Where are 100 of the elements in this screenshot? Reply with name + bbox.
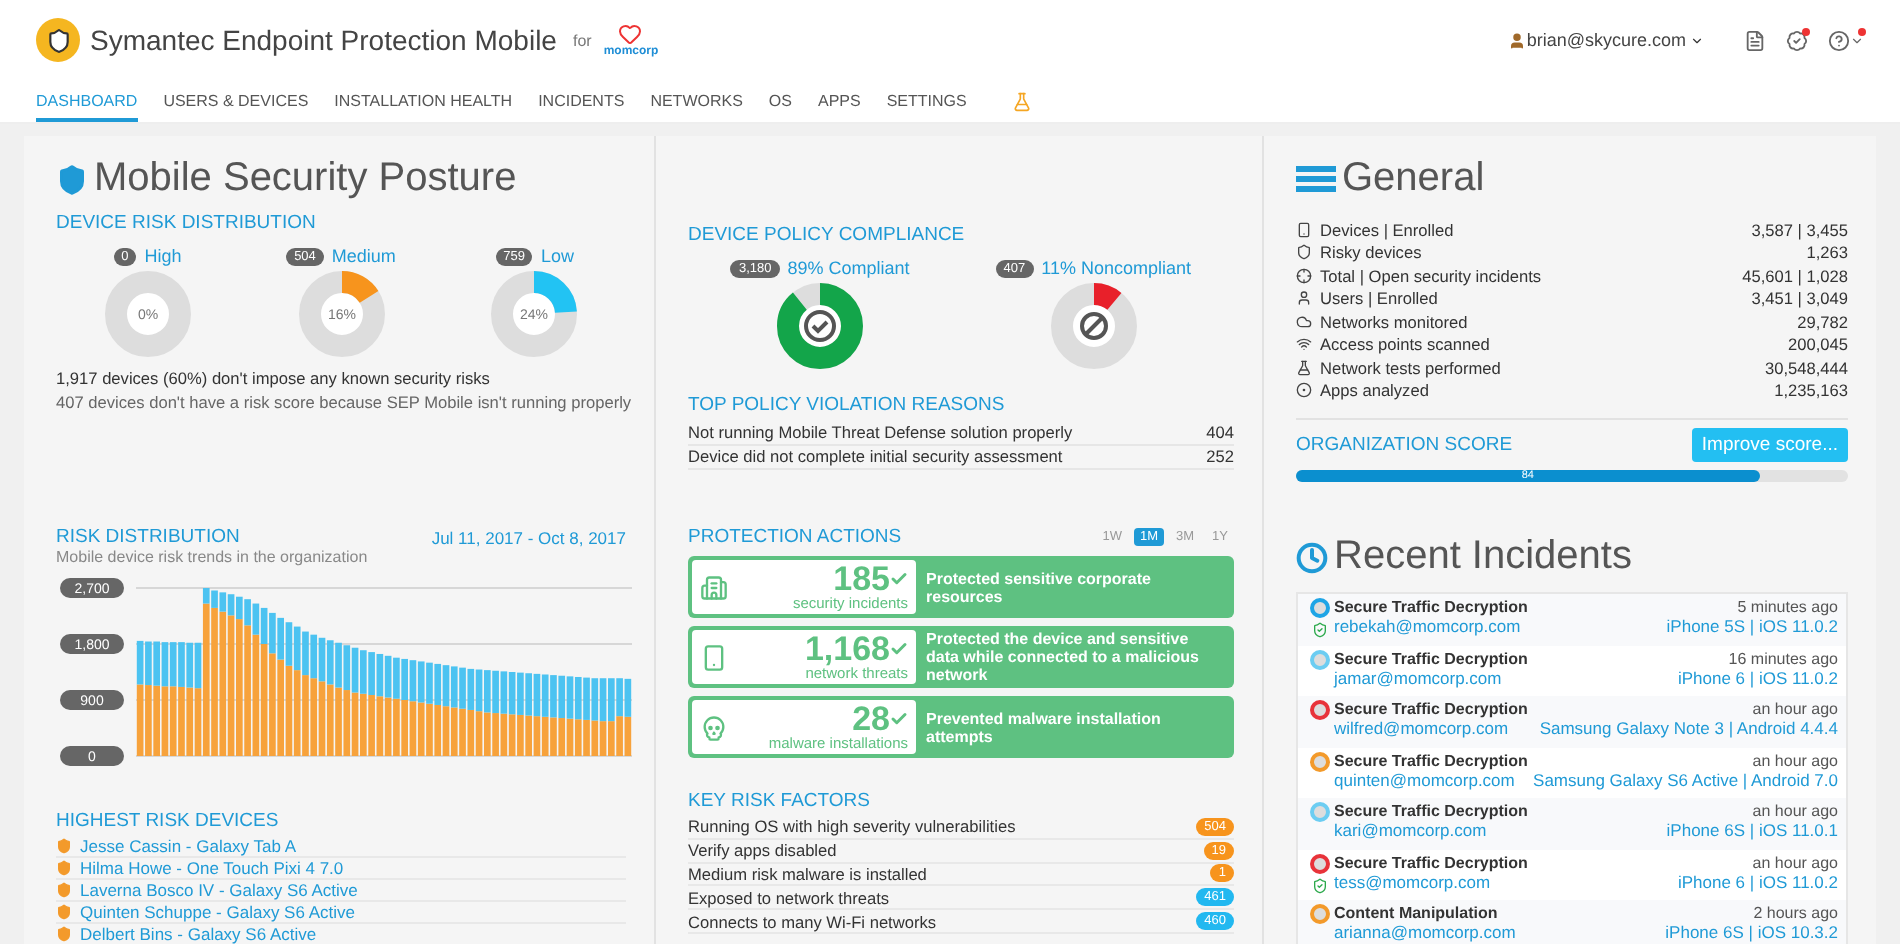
violation-count: 404 [1206,421,1234,442]
shield-icon [56,882,72,898]
stat-label: Risky devices [1320,242,1424,263]
device-link[interactable]: Laverna Bosco IV - Galaxy S6 Active [80,880,358,900]
nav-tab[interactable]: INSTALLATION HEALTH [334,80,513,122]
user-link[interactable]: jamar@momcorp.com [1334,667,1678,687]
incident-title: Secure Traffic Decryption [1334,853,1530,871]
user-link[interactable]: quinten@momcorp.com [1334,769,1534,789]
nav-tab[interactable]: NETWORKS [650,80,743,122]
user-icon [1508,31,1527,49]
user-link[interactable]: rebekah@momcorp.com [1334,616,1667,636]
risk-level-label: Medium [331,246,396,266]
shield-icon [56,838,72,854]
section-heading: PROTECTION ACTIONS [688,526,902,548]
compliance-label: 11% Noncompliant [1041,258,1191,278]
incident-time: 5 minutes ago [1737,598,1838,616]
action-description: Prevented malware installation attempts [924,709,1163,745]
stat-value: 3,451 | 3,049 [1751,288,1848,309]
user-link[interactable]: arianna@momcorp.com [1334,922,1666,942]
stat-value: 45,601 | 1,028 [1742,265,1848,286]
logo-icon [36,18,80,62]
device-link[interactable]: Samsung Galaxy S6 Active | Android 7.0 [1533,769,1838,789]
clock-icon [1296,541,1328,573]
section-heading: HIGHEST RISK DEVICES [56,810,281,832]
list-icon [1296,165,1336,193]
section-heading: KEY RISK FACTORS [688,790,872,812]
improve-score-button[interactable]: Improve score... [1691,428,1848,462]
app-icon [1296,382,1312,399]
risk-factor: Connects to many Wi-Fi networks [688,911,937,932]
stat-value: 1,263 [1806,242,1848,263]
device-link[interactable]: Samsung Galaxy Note 3 | Android 4.4.4 [1539,718,1838,738]
device-link[interactable]: iPhone 5S | iOS 11.0.2 [1666,616,1838,636]
check-icon [890,640,908,659]
chart-subtitle: Mobile device risk trends in the organization [56,548,370,566]
section-heading: DEVICE RISK DISTRIBUTION [56,212,318,234]
document-icon[interactable] [1744,29,1766,51]
section-title: Recent Incidents [1334,534,1632,580]
shield-icon [1296,244,1312,261]
incident-time: an hour ago [1752,802,1838,820]
stat-value: 200,045 [1788,334,1848,355]
device-link[interactable]: iPhone 6S | iOS 10.3.2 [1665,922,1838,942]
device-link[interactable]: iPhone 6 | iOS 11.0.2 [1677,871,1838,891]
device-link[interactable]: iPhone 6S | iOS 11.0.1 [1666,820,1838,840]
nav-tab[interactable]: INCIDENTS [538,80,625,122]
for-label: for [572,31,592,49]
device-link[interactable]: Hilma Howe - One Touch Pixi 4 7.0 [80,858,344,878]
user-menu[interactable]: brian@skycure.com [1526,30,1686,50]
risk-factor: Exposed to network threats [688,887,890,908]
nav-tab[interactable]: OS [768,80,792,122]
user-link[interactable]: tess@momcorp.com [1334,871,1678,891]
action-count: 185 [833,562,890,597]
caret-icon[interactable] [1690,33,1704,47]
stat-value: 1,235,163 [1774,380,1848,401]
stat-label: Network tests performed [1320,357,1503,378]
nav-tab[interactable]: APPS [817,80,861,122]
section-heading: DEVICE POLICY COMPLIANCE [688,224,967,246]
skull-icon [700,713,728,741]
nav-tab[interactable]: SETTINGS [886,80,967,122]
violation-reason: Not running Mobile Threat Defense solution properly [688,421,1073,442]
violation-count: 252 [1206,446,1234,467]
stat-label: Total | Open security incidents [1320,265,1544,286]
device-link[interactable]: iPhone 6 | iOS 11.0.2 [1677,667,1838,687]
user-link[interactable]: wilfred@momcorp.com [1334,718,1540,738]
app-title: Symantec Endpoint Protection Mobile [90,24,557,56]
device-link[interactable]: Quinten Schuppe - Galaxy S6 Active [80,902,355,922]
section-heading: RISK DISTRIBUTION [56,526,240,548]
incident-time: an hour ago [1752,853,1838,871]
stat-label: Networks monitored [1320,311,1470,332]
action-description: Protected the device and sensitive data while connected to a malicious network [924,630,1201,684]
stat-value: 29,782 [1797,311,1848,332]
shield-icon [56,926,72,942]
user-icon [1296,290,1312,307]
compliance-label: 89% Compliant [787,258,910,278]
flask-icon [1296,359,1312,376]
stat-value: 30,548,444 [1764,357,1848,378]
shield-icon [56,860,72,876]
help-icon[interactable] [1828,29,1864,51]
device-link[interactable]: Jesse Cassin - Galaxy Tab A [80,836,297,856]
wifi-icon [1296,336,1312,353]
risk-level-label: High [144,246,182,266]
building-icon [700,573,728,601]
incident-time: 16 minutes ago [1728,649,1838,667]
incident-title: Secure Traffic Decryption [1334,700,1530,718]
user-link[interactable]: kari@momcorp.com [1334,820,1667,840]
summary-note: 1,917 devices (60%) don't impose any known security risks [56,366,492,390]
action-description: Protected sensitive corporate resources [924,569,1153,605]
check-icon [890,710,908,729]
incident-title: Secure Traffic Decryption [1334,802,1530,820]
incident-time: 2 hours ago [1753,904,1838,922]
device-link[interactable]: Delbert Bins - Galaxy S6 Active [80,924,317,944]
incident-title: Secure Traffic Decryption [1334,598,1530,616]
shield-icon [56,163,88,195]
stat-label: Devices | Enrolled [1320,219,1456,240]
incident-title: Content Manipulation [1334,904,1500,922]
section-heading: ORGANIZATION SCORE [1296,434,1513,456]
phone-icon [700,643,728,671]
badge-check-icon[interactable] [1786,29,1808,51]
nav-tab[interactable]: USERS & DEVICES [163,80,309,122]
section-heading: TOP POLICY VIOLATION REASONS [688,394,1007,416]
stat-label: Apps analyzed [1320,380,1431,401]
